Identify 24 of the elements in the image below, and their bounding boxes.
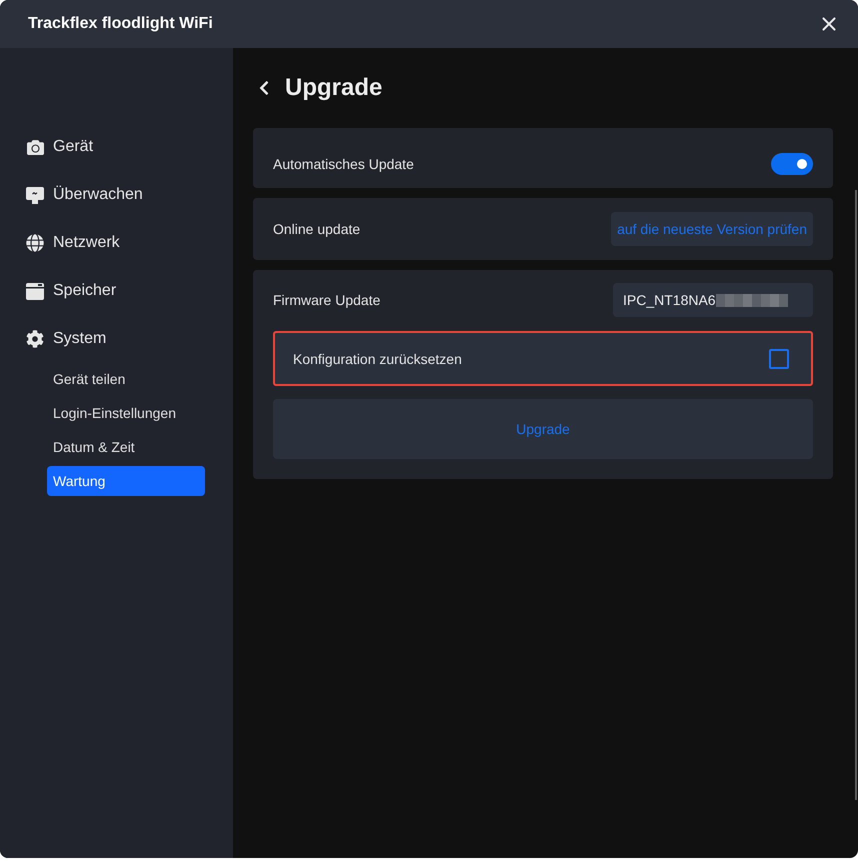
monitor-icon — [26, 186, 44, 204]
window-title: Trackflex floodlight WiFi — [28, 15, 213, 33]
camera-icon — [26, 138, 44, 156]
globe-icon — [26, 234, 44, 252]
sidebar-subitem[interactable]: Gerät teilen — [47, 364, 205, 394]
sidebar-item[interactable]: Netzwerk — [0, 219, 233, 267]
sidebar-subitem[interactable]: Wartung — [47, 466, 205, 496]
firmware-field[interactable]: IPC_NT18NA6 — [613, 283, 813, 317]
scrollbar[interactable] — [855, 190, 857, 800]
settings-icon — [26, 330, 44, 348]
sidebar-item[interactable]: Speicher — [0, 267, 233, 315]
toggle-switch[interactable] — [771, 153, 813, 175]
page-title: Upgrade — [285, 74, 382, 102]
setting-label: Konfiguration zurücksetzen — [293, 350, 462, 366]
sidebar-subitem[interactable]: Login-Einstellungen — [47, 398, 205, 428]
sidebar-item[interactable]: Überwachen — [0, 171, 233, 219]
setting-label: Firmware Update — [273, 292, 380, 308]
setting-label: Automatisches Update — [273, 156, 414, 172]
sidebar-item[interactable]: System — [0, 315, 233, 363]
drive-icon — [26, 282, 44, 300]
setting-label: Online update — [273, 221, 360, 237]
checkbox[interactable] — [769, 348, 789, 368]
sidebar-item[interactable]: Gerät — [0, 123, 233, 171]
sidebar-subitem[interactable]: Datum & Zeit — [47, 432, 205, 462]
